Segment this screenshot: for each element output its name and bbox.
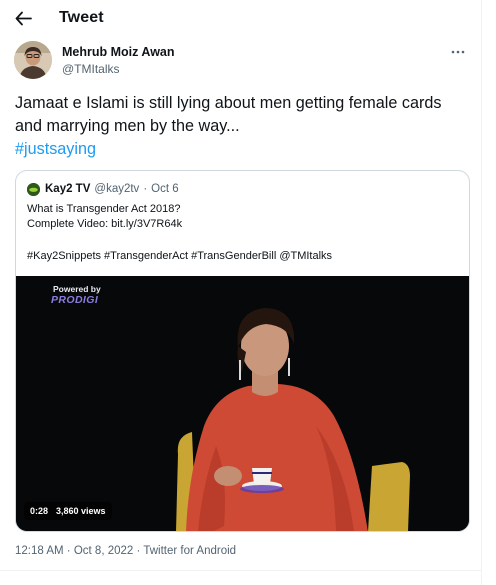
video-views: 3,860 views [56,506,106,516]
quoted-tweet[interactable]: Kay2 TV @kay2tv · Oct 6 What is Transgen… [15,170,470,532]
quoted-text-line-2[interactable]: Complete Video: bit.ly/3V7R64k [27,218,182,230]
hashtag-link[interactable]: #justsaying [15,140,96,158]
watermark-caption: Powered by [53,284,101,294]
author-avatar[interactable] [14,41,52,79]
quoted-date[interactable]: Oct 6 [151,183,178,195]
page-title: Tweet [59,9,104,26]
meta-separator: · [136,545,141,557]
more-button[interactable] [446,43,470,61]
quoted-author-handle[interactable]: @kay2tv [94,183,139,195]
quoted-avatar[interactable] [27,182,40,196]
tweet-timestamp: 12:18 AM · Oct 8, 2022 · Twitter for And… [15,545,236,557]
avatar-photo [14,41,52,79]
video-frame [16,276,469,531]
meta-separator: · [66,545,71,557]
divider [0,570,482,571]
tweet-text: Jamaat e Islami is still lying about men… [15,92,470,161]
tweet-time[interactable]: 12:18 AM [15,545,64,557]
tweet-page: Tweet Mehrub Moiz Awan @TMItalks Jamaat … [0,0,482,585]
author-name[interactable]: Mehrub Moiz Awan [62,45,175,59]
video-duration: 0:28 [30,506,49,516]
tweet-body: Jamaat e Islami is still lying about men… [15,94,442,135]
video-stats-badge: 0:28 3,860 views [24,502,112,520]
arrow-left-icon [15,11,32,25]
author-handle[interactable]: @TMItalks [62,62,120,76]
kay2-logo-icon [27,182,40,196]
quoted-author-name[interactable]: Kay2 TV [45,183,90,195]
page-header: Tweet [0,0,482,38]
quoted-tweet-header: Kay2 TV @kay2tv · Oct 6 [27,182,179,196]
quoted-text-line-1: What is Transgender Act 2018? [27,203,181,215]
meta-separator: · [143,183,148,195]
watermark-logo: PRODIGI [51,294,99,306]
more-dots-icon [451,50,465,54]
video-player[interactable]: Powered by PRODIGI 0:28 3,860 views [16,276,469,531]
back-button[interactable] [12,7,34,29]
quoted-text-line-3[interactable]: #Kay2Snippets #TransgenderAct #TransGend… [27,250,332,262]
tweet-source[interactable]: Twitter for Android [143,545,236,557]
tweet-date[interactable]: Oct 8, 2022 [74,545,133,557]
